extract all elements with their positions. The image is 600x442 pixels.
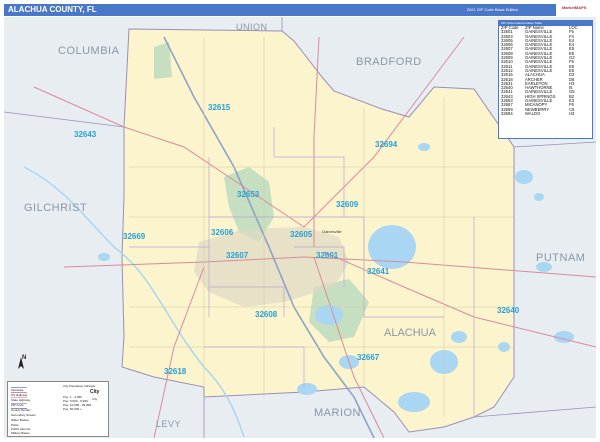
legend-item: Water Bodies — [11, 418, 29, 422]
compass-north-label: N — [22, 355, 27, 361]
zip-label-32607: 32607 — [226, 251, 249, 260]
zip-label-32641: 32641 — [367, 267, 390, 276]
county-label-bradford: BRADFORD — [356, 56, 422, 68]
legend-item: County Border — [11, 408, 31, 412]
lake — [515, 170, 533, 184]
legend-item: City Population Indicator — [63, 384, 96, 388]
zip-label-32643: 32643 — [74, 130, 97, 139]
map-canvas[interactable]: UNION COLUMBIA BRADFORD GILCHRIST PUTNAM… — [4, 17, 596, 438]
lake — [534, 193, 544, 201]
zip-table-body: 32601 GAINESVILLE F5 32603 GAINESVILLE F4 3260… — [499, 29, 592, 116]
zip-table-name: WALDO — [525, 110, 541, 116]
zip-label-32605: 32605 — [290, 230, 313, 239]
zip-label-32667: 32667 — [357, 353, 380, 362]
zip-table-row: 32694 WALDO H3 — [499, 110, 592, 116]
compass-icon — [18, 357, 24, 369]
zip-label-32618: 32618 — [164, 367, 187, 376]
lake — [398, 392, 430, 412]
county-label-union: UNION — [236, 22, 268, 32]
map-legend: Interstate US Highway State Highway ZIP … — [7, 381, 109, 437]
zip-label-32615: 32615 — [208, 103, 231, 112]
zip-table-zip: 32694 — [501, 110, 513, 116]
county-label-columbia: COLUMBIA — [58, 45, 120, 57]
legend-item: Secondary Streets — [11, 413, 36, 417]
zip-label-32669: 32669 — [123, 232, 146, 241]
zip-label-32608: 32608 — [255, 310, 278, 319]
city-label-gainesville: Gainesville — [322, 229, 342, 234]
zip-label-32606: 32606 — [211, 228, 234, 237]
legend-item: State Highway — [11, 398, 31, 402]
header-bar: ALACHUA COUNTY, FL 2021 ZIP Code Basic E… — [4, 4, 596, 16]
zip-label-32640: 32640 — [497, 306, 520, 315]
county-label-gilchrist: GILCHRIST — [24, 202, 88, 214]
brand-logo: MarketMAPS — [556, 4, 596, 16]
zip-label-32601: 32601 — [316, 251, 339, 260]
zip-label-32694: 32694 — [375, 140, 398, 149]
legend-city-glyph-small: City — [92, 397, 98, 401]
lake — [418, 143, 430, 151]
map-title: ALACHUA COUNTY, FL — [8, 5, 97, 14]
zip-index-table: ZIP Code Index/Location Table ZIP Code Z… — [498, 20, 593, 139]
lake — [98, 253, 110, 261]
lake — [315, 305, 343, 325]
zip-table-loc: H3 — [569, 110, 575, 116]
legend-item: ZIP Code — [11, 403, 24, 407]
legend-pop-tier: Pop. 50,000 + — [63, 407, 82, 411]
zip-label-32653: 32653 — [237, 190, 260, 199]
county-label-levy: LEVY — [156, 419, 182, 429]
edition-label: 2021 ZIP Code Basic Edition — [466, 7, 518, 12]
lake — [451, 331, 467, 343]
legend-city-glyph-large: City — [90, 389, 100, 395]
lake — [297, 383, 317, 395]
county-label-alachua: ALACHUA — [384, 327, 436, 339]
county-label-putnam: PUTNAM — [536, 252, 586, 264]
legend-item: Military Bases — [11, 431, 30, 435]
logo-text: MarketMAPS — [562, 5, 587, 10]
county-label-marion: MARION — [314, 407, 361, 419]
zip-label-32609: 32609 — [336, 200, 359, 209]
compass-rose: N — [12, 355, 30, 375]
